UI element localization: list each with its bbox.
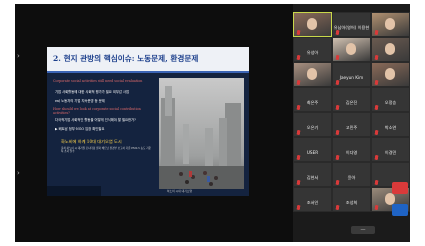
meeting-window: › › 2. 현지 관방의 핵심이슈: 노동문제, 환경문제 Corporate… bbox=[15, 4, 410, 242]
participant-name: 조서인 bbox=[306, 200, 319, 205]
presentation-slide: 2. 현지 관방의 핵심이슈: 노동문제, 환경문제 Corporate soc… bbox=[47, 47, 249, 196]
bullet-1-sub: ex) 노동자의 기업 지속운영 등 문제 bbox=[55, 99, 105, 103]
title-divider bbox=[47, 71, 249, 73]
share-screen-button[interactable] bbox=[392, 204, 408, 216]
participant-tile[interactable]: 최은주 bbox=[293, 87, 332, 112]
bullet-2-sub: ▶ 베트남 정부·NGO 입장 확인필요 bbox=[55, 127, 105, 131]
stop-video-button[interactable] bbox=[392, 182, 408, 194]
participant-tile[interactable] bbox=[371, 12, 410, 37]
muted-mic-icon bbox=[297, 30, 300, 35]
slide-title: 2. 현지 관방의 핵심이슈: 노동문제, 환경문제 bbox=[53, 54, 199, 63]
participant-tile[interactable]: 이경민 bbox=[371, 137, 410, 162]
participant-face bbox=[346, 43, 356, 55]
participant-name: 최은주 bbox=[306, 100, 319, 105]
participant-tile[interactable] bbox=[371, 62, 410, 87]
muted-mic-icon bbox=[336, 80, 339, 85]
participant-name: 오은기 bbox=[306, 125, 319, 130]
participant-tile[interactable]: 김현서 bbox=[293, 162, 332, 187]
participant-name: 조성희 bbox=[345, 200, 358, 205]
participant-tile[interactable]: 이다영 bbox=[332, 137, 371, 162]
participant-tile[interactable] bbox=[371, 37, 410, 62]
muted-mic-icon bbox=[336, 55, 339, 60]
participant-tile[interactable] bbox=[293, 62, 332, 87]
participant-name: 오정승 bbox=[384, 100, 397, 105]
participant-name: 유성아 bbox=[306, 50, 319, 55]
participant-tile[interactable]: 고민주 bbox=[332, 112, 371, 137]
participant-tile[interactable]: 유남아(영어) 이용현 bbox=[332, 12, 371, 37]
muted-mic-icon bbox=[375, 30, 378, 35]
participant-name: 유남아(영어) 이용현 bbox=[333, 25, 370, 30]
participant-tile[interactable] bbox=[293, 12, 332, 37]
participant-name: 이경민 bbox=[384, 150, 397, 155]
bullet-1-english: Corporate social activities still need s… bbox=[53, 79, 143, 83]
participant-tile[interactable]: 조서인 bbox=[293, 187, 332, 212]
participant-tile[interactable]: USER bbox=[293, 137, 332, 162]
participant-face bbox=[385, 68, 395, 80]
highlight-title: 화노비에 하계 10대 대기오염 도시 bbox=[61, 139, 122, 144]
participant-name: 이다영 bbox=[345, 150, 358, 155]
muted-mic-icon bbox=[297, 155, 300, 160]
participant-name: 김은진 bbox=[345, 100, 358, 105]
participant-name: 고민주 bbox=[345, 125, 358, 130]
shared-screen-area: › › 2. 현지 관방의 핵심이슈: 노동문제, 환경문제 Corporate… bbox=[15, 4, 293, 242]
participant-tile[interactable]: 오은기 bbox=[293, 112, 332, 137]
bullet-2-korean: 다국적기업 사회적인 활동을 어떻게 인식해야 할 필요한가? bbox=[55, 118, 136, 122]
muted-mic-icon bbox=[375, 80, 378, 85]
photo-caption: 하노이 시내 대기오염 bbox=[167, 189, 192, 193]
muted-mic-icon bbox=[375, 205, 378, 210]
bullet-2-english: How should we look at corporate social c… bbox=[53, 107, 141, 116]
smog-street-photo bbox=[159, 78, 244, 189]
next-arrow[interactable]: › bbox=[17, 169, 20, 177]
participant-tile[interactable]: 조성희 bbox=[332, 187, 371, 212]
participant-name: Jaeyun Kim bbox=[339, 75, 364, 80]
participant-face bbox=[385, 43, 395, 55]
participant-tile[interactable]: 유성아 bbox=[293, 37, 332, 62]
participant-face bbox=[307, 18, 317, 30]
participant-face bbox=[307, 68, 317, 80]
participant-name: USER bbox=[306, 150, 319, 155]
participant-name: 박소연 bbox=[384, 125, 397, 130]
muted-mic-icon bbox=[297, 80, 300, 85]
participant-tile[interactable]: Jaeyun Kim bbox=[332, 62, 371, 87]
participant-name: 김현서 bbox=[306, 175, 319, 180]
page-indicator-button[interactable]: — bbox=[351, 226, 375, 234]
slide-footer-logo bbox=[47, 186, 101, 196]
participant-tile[interactable]: 김은진 bbox=[332, 87, 371, 112]
participant-tile[interactable]: 박소연 bbox=[371, 112, 410, 137]
participant-face bbox=[385, 18, 395, 30]
participant-tile[interactable]: 윤아 bbox=[332, 162, 371, 187]
prev-arrow[interactable]: › bbox=[17, 52, 20, 60]
participant-tile[interactable]: 오정승 bbox=[371, 87, 410, 112]
slide-title-bar: 2. 현지 관방의 핵심이슈: 노동문제, 환경문제 bbox=[47, 47, 249, 71]
participant-name: 윤아 bbox=[347, 175, 356, 180]
bullet-1-korean: 기업 사회활동에 대한 사회적 평가가 필요 외부감 사업 bbox=[55, 90, 130, 94]
highlight-body: 출처 하노이 시 대기질 모니터링 결과 베트남 환경부 보고서 기준 PM2.… bbox=[61, 147, 152, 154]
participant-tile[interactable] bbox=[332, 37, 371, 62]
muted-mic-icon bbox=[375, 180, 378, 185]
muted-mic-icon bbox=[375, 55, 378, 60]
